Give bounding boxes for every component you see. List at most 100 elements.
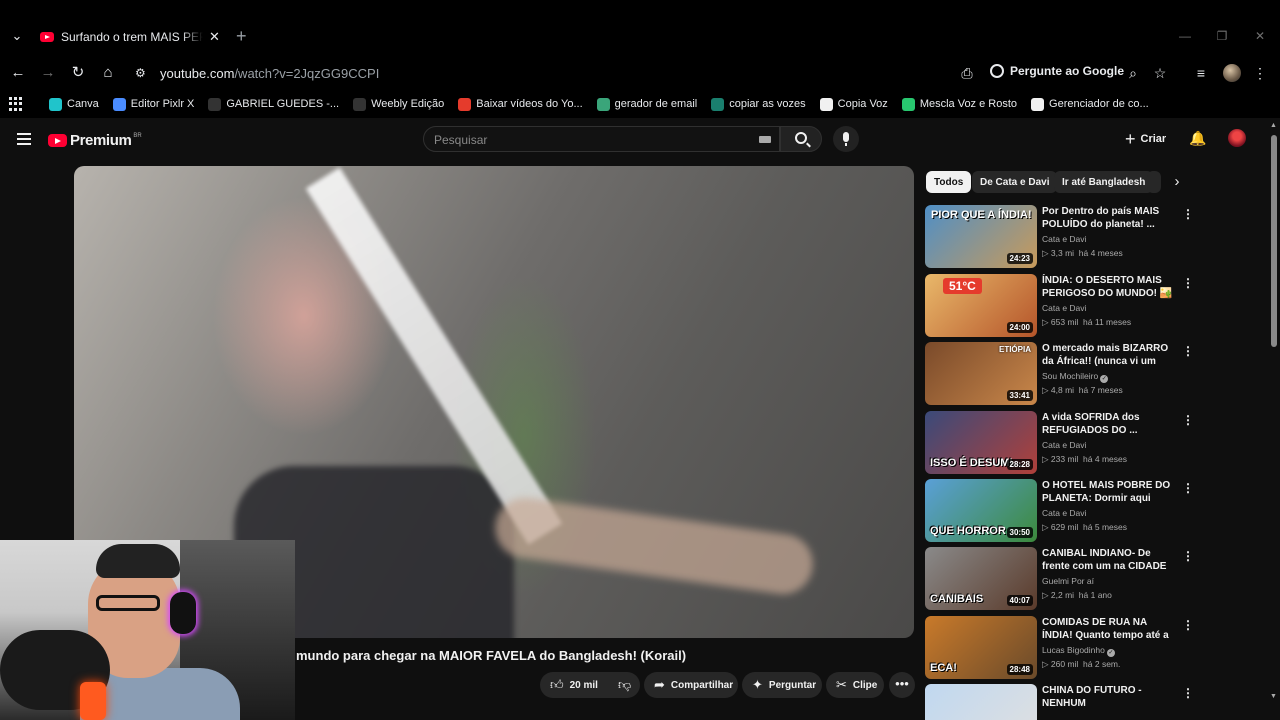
recommendation-item[interactable]: ETIÓPIA 33:41 O mercado mais BIZARRO da Áf…	[925, 342, 1195, 406]
more-actions-icon[interactable]: •••	[889, 672, 915, 698]
close-window-icon[interactable]: ✕	[1252, 28, 1268, 44]
create-button[interactable]: + Criar	[1125, 128, 1166, 150]
clip-button[interactable]: ✂ Clipe	[826, 672, 884, 698]
search-button[interactable]	[780, 126, 822, 152]
chip-de-cata-e-davi[interactable]: De Cata e Davi	[972, 171, 1058, 193]
apps-grid-icon[interactable]	[9, 97, 23, 111]
recommendation-channel[interactable]: Cata e Davi	[1042, 508, 1086, 518]
like-thumb-icon[interactable]: 👍︎	[550, 677, 564, 693]
voice-search-mic-icon[interactable]	[833, 126, 859, 152]
recommendation-item[interactable]: 51°C 24:00 ÍNDIA: O DESERTO MAIS PERIGOSO …	[925, 274, 1195, 338]
address-bar[interactable]: youtube.com/watch?v=2JqzGG9CCPI	[160, 66, 379, 81]
recommendation-item[interactable]: CANIBAIS 40:07 CANIBAL INDIANO- De frente …	[925, 547, 1195, 611]
recommendation-title[interactable]: O HOTEL MAIS POBRE DO PLANETA: Dormir aq…	[1042, 479, 1174, 506]
install-app-icon[interactable]: ⎙	[958, 64, 976, 82]
recommendation-menu-icon[interactable]: ⋮	[1181, 686, 1195, 700]
recommendation-channel[interactable]: Guelmi Por aí	[1042, 576, 1094, 586]
reload-icon[interactable]: ↻	[68, 63, 88, 83]
upload-age: há 1 ano	[1078, 590, 1112, 600]
notifications-bell-icon[interactable]: 🔔	[1189, 130, 1206, 146]
minimize-window-icon[interactable]: —	[1177, 28, 1193, 44]
page-scrollbar[interactable]: ▲ ▼	[1268, 120, 1280, 720]
bookmark-item[interactable]: Baixar vídeos do Yo...	[458, 97, 583, 111]
ask-google-button[interactable]: Pergunte ao Google	[990, 64, 1124, 78]
share-arrow-icon: ➦	[654, 677, 665, 692]
like-count[interactable]: 20 mil	[570, 680, 598, 691]
recommendation-title[interactable]: ÍNDIA: O DESERTO MAIS PERIGOSO DO MUNDO!…	[1042, 274, 1174, 301]
bookmark-item[interactable]: gerador de email	[596, 97, 697, 111]
new-tab-icon[interactable]: +	[236, 27, 247, 45]
zoom-icon[interactable]: ⌕	[1124, 64, 1142, 82]
recommendation-title[interactable]: CHINA DO FUTURO - NENHUM	[1042, 684, 1174, 710]
chrome-profile-avatar[interactable]	[1223, 64, 1241, 82]
keyboard-icon[interactable]	[759, 136, 771, 143]
recommendation-title[interactable]: A vida SOFRIDA dos REFUGIADOS DO ...	[1042, 411, 1174, 437]
bookmark-star-icon[interactable]: ☆	[1151, 64, 1169, 82]
bookmark-item[interactable]: Canva	[49, 97, 99, 111]
search-input[interactable]: Pesquisar	[423, 126, 780, 152]
recommendation-item[interactable]: CHINA DO FUTURO - NENHUM ⋮	[925, 684, 1195, 720]
recommendation-thumbnail[interactable]: PIOR QUE A ÍNDIA! 24:23	[925, 205, 1037, 268]
recommendation-channel[interactable]: Cata e Davi	[1042, 440, 1086, 450]
recommendation-menu-icon[interactable]: ⋮	[1181, 344, 1195, 358]
home-icon[interactable]: ⌂	[98, 63, 118, 83]
recommendation-channel[interactable]: Cata e Davi	[1042, 234, 1086, 244]
recommendation-menu-icon[interactable]: ⋮	[1181, 549, 1195, 563]
recommendation-item[interactable]: PIOR QUE A ÍNDIA! 24:23 Por Dentro do país…	[925, 205, 1195, 269]
chrome-menu-icon[interactable]: ⋮	[1251, 64, 1269, 82]
bookmark-item[interactable]: Mescla Voz e Rosto	[901, 97, 1017, 111]
recommendation-menu-icon[interactable]: ⋮	[1181, 207, 1195, 221]
media-controls-icon[interactable]: ≡	[1192, 64, 1210, 82]
guide-menu-icon[interactable]	[17, 133, 31, 145]
recommendation-thumbnail[interactable]: ETIÓPIA 33:41	[925, 342, 1037, 405]
recommendation-item[interactable]: ECA! 28:48 COMIDAS DE RUA NA ÍNDIA! Quanto…	[925, 616, 1195, 680]
recommendation-title[interactable]: COMIDAS DE RUA NA ÍNDIA! Quanto tempo at…	[1042, 616, 1174, 643]
account-avatar[interactable]	[1228, 129, 1246, 147]
bookmark-item[interactable]: copiar as vozes	[711, 97, 806, 111]
recommendation-item[interactable]: QUE HORROR 30:50 O HOTEL MAIS POBRE DO PLA…	[925, 479, 1195, 543]
recommendation-channel[interactable]: Sou Mochileiro ✓	[1042, 371, 1109, 383]
site-info-icon[interactable]: ⚙	[135, 65, 151, 81]
recommendation-menu-icon[interactable]: ⋮	[1181, 413, 1195, 427]
channel-name: Lucas Bigodinho	[1042, 645, 1105, 655]
recommendation-thumbnail[interactable]: 51°C 24:00	[925, 274, 1037, 337]
back-arrow-icon[interactable]: ←	[8, 63, 28, 83]
recommendation-menu-icon[interactable]: ⋮	[1181, 276, 1195, 290]
recommendation-thumbnail[interactable]: QUE HORROR 30:50	[925, 479, 1037, 542]
recommendation-meta: ▷ 233 mil há 4 meses	[1042, 454, 1127, 465]
recommendation-thumbnail[interactable]: ISSO É DESUMI... 28:28	[925, 411, 1037, 474]
bookmark-item[interactable]: Weebly Edição	[353, 97, 444, 111]
youtube-logo[interactable]: Premium BR	[48, 132, 142, 149]
restore-window-icon[interactable]: ❐	[1214, 28, 1230, 44]
scroll-down-arrow-icon[interactable]: ▼	[1270, 693, 1277, 700]
chip-todos[interactable]: Todos	[926, 171, 972, 193]
recommendation-channel[interactable]: Cata e Davi	[1042, 303, 1086, 313]
tab-search-chevron-icon[interactable]: ⌄	[9, 28, 25, 44]
bookmark-item[interactable]: Copia Voz	[819, 97, 888, 111]
recommendation-thumbnail[interactable]: CANIBAIS 40:07	[925, 547, 1037, 610]
scroll-up-arrow-icon[interactable]: ▲	[1270, 122, 1277, 129]
recommendation-item[interactable]: ISSO É DESUMI... 28:28 A vida SOFRIDA dos …	[925, 411, 1195, 475]
chip-partial[interactable]	[1147, 171, 1161, 193]
recommendation-thumbnail[interactable]: ECA! 28:48	[925, 616, 1037, 679]
chevron-right-icon[interactable]: ›	[1170, 174, 1184, 190]
recommendation-channel[interactable]: Lucas Bigodinho ✓	[1042, 645, 1115, 657]
forward-arrow-icon[interactable]: →	[38, 63, 58, 83]
recommendation-title[interactable]: O mercado mais BIZARRO da África!! (nunc…	[1042, 342, 1174, 369]
bookmark-item[interactable]: Gerenciador de co...	[1031, 97, 1149, 111]
close-tab-icon[interactable]: ✕	[209, 29, 220, 45]
share-button[interactable]: ➦ Compartilhar	[644, 672, 738, 698]
recommendation-title[interactable]: Por Dentro do país MAIS POLUÍDO do plane…	[1042, 205, 1174, 231]
scrollbar-thumb[interactable]	[1271, 135, 1277, 347]
recommendation-thumbnail[interactable]	[925, 684, 1037, 720]
recommendation-menu-icon[interactable]: ⋮	[1181, 481, 1195, 495]
ask-button[interactable]: ✦ Perguntar	[742, 672, 822, 698]
recommendation-title[interactable]: CANIBAL INDIANO- De frente com um na CID…	[1042, 547, 1174, 574]
bookmark-item[interactable]: Editor Pixlr X	[112, 97, 194, 111]
dislike-thumb-icon[interactable]: 👎︎	[618, 677, 631, 693]
bookmark-favicon-icon	[1031, 97, 1045, 111]
recommendation-menu-icon[interactable]: ⋮	[1181, 618, 1195, 632]
chip-ir-ate-bangladesh[interactable]: Ir até Bangladesh	[1054, 171, 1154, 193]
browser-tab-active[interactable]: Surfando o trem MAIS PERIGOSO ✕	[30, 22, 228, 52]
bookmark-item[interactable]: GABRIEL GUEDES -...	[208, 97, 339, 111]
